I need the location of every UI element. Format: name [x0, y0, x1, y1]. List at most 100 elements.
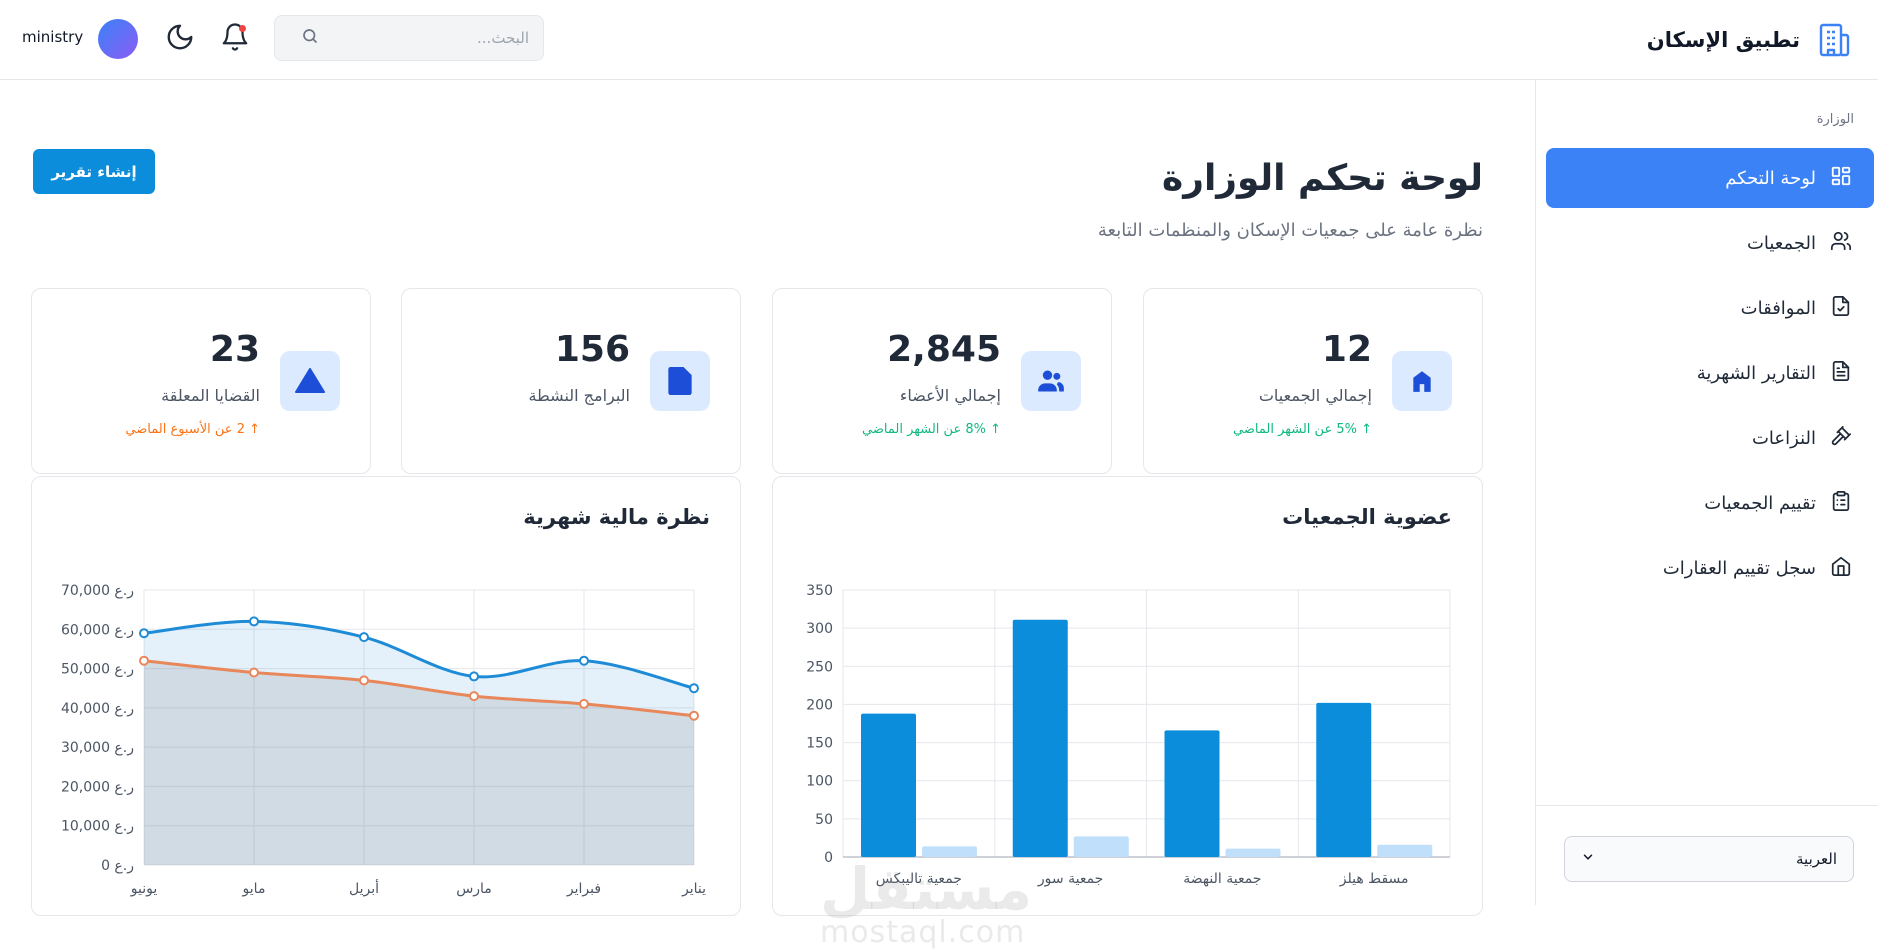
bar — [861, 713, 916, 857]
x-tick-label: يناير — [681, 881, 706, 897]
data-point — [139, 655, 149, 666]
x-tick-label: فبراير — [566, 881, 601, 897]
building-icon — [1392, 351, 1452, 411]
y-tick-label: 150 — [806, 736, 833, 752]
y-tick-label: 50,000 ر.ع — [61, 662, 134, 678]
username[interactable]: ministry — [22, 28, 83, 46]
y-tick-label: 100 — [806, 774, 833, 790]
bar — [1073, 836, 1129, 857]
watermark-line1: مستقل — [820, 855, 1033, 923]
y-tick-label: 20,000 ر.ع — [61, 779, 134, 795]
y-tick-label: 60,000 ر.ع — [61, 622, 134, 638]
search-box[interactable] — [274, 15, 544, 61]
sidebar-nav: لوحة التحكم الجمعيات الموافقات التقارير … — [1535, 148, 1878, 603]
data-point — [249, 616, 259, 627]
y-tick-label: 250 — [806, 659, 833, 675]
language-select[interactable]: العربية — [1564, 836, 1854, 882]
sidebar-section-label: الوزارة — [1816, 112, 1854, 127]
data-point — [689, 683, 699, 694]
data-point — [359, 632, 369, 643]
sidebar-item-label: الجمعيات — [1746, 232, 1816, 254]
watermark: مستقل mostaql.com — [820, 860, 1032, 948]
app-title: تطبيق الإسكان — [1646, 28, 1800, 52]
sidebar-item-label: النزاعات — [1751, 427, 1816, 449]
data-point — [249, 667, 259, 678]
y-tick-label: 350 — [806, 583, 833, 599]
stat-label: البرامج النشطة — [528, 386, 630, 405]
data-point — [469, 691, 479, 702]
stat-value: 2,845 — [887, 329, 1001, 370]
stat-label: القضايا المعلقة — [161, 386, 260, 405]
app-brand[interactable]: تطبيق الإسكان — [1647, 18, 1854, 62]
y-tick-label: 40,000 ر.ع — [61, 701, 134, 717]
x-tick-label: جمعية سور — [1037, 871, 1103, 887]
y-tick-label: 70,000 ر.ع — [61, 583, 134, 599]
sidebar-item-associations[interactable]: الجمعيات — [1546, 213, 1874, 273]
x-tick-label: أبريل — [349, 879, 379, 897]
document-icon — [650, 351, 710, 411]
y-tick-label: 30,000 ر.ع — [61, 740, 134, 756]
dashboard-icon — [1830, 165, 1852, 192]
data-point — [579, 655, 589, 666]
sidebar-item-label: تقييم الجمعيات — [1704, 492, 1816, 514]
data-point — [359, 675, 369, 686]
y-tick-label: 300 — [806, 621, 833, 637]
create-report-button[interactable]: إنشاء تقرير — [33, 149, 155, 194]
sidebar-item-property-register[interactable]: سجل تقييم العقارات — [1546, 538, 1874, 598]
y-tick-label: 200 — [806, 697, 833, 713]
membership-chart-panel: عضوية الجمعيات 0 50 100 150 200 250 300 350 مسقط… — [772, 476, 1483, 916]
page-subtitle: نظرة عامة على جمعيات الإسكان والمنظمات ا… — [1097, 220, 1483, 241]
sidebar-item-disputes[interactable]: النزاعات — [1546, 408, 1874, 468]
moon-icon — [165, 24, 195, 56]
membership-bar-chart: 050100150200250300350مسقط هيلزجمعية النه… — [806, 583, 1451, 887]
sidebar-item-approvals[interactable]: الموافقات — [1546, 278, 1874, 338]
stat-trend: ↑ 8% عن الشهر الماضي — [862, 422, 1001, 437]
language-value: العربية — [1796, 850, 1837, 868]
stat-trend: ↑ 2 عن الأسبوع الماضي — [125, 422, 260, 437]
sidebar-item-label: لوحة التحكم — [1725, 167, 1816, 189]
bar — [1225, 848, 1281, 857]
y-tick-label: 10,000 ر.ع — [61, 819, 134, 835]
home-icon — [1830, 555, 1852, 582]
stat-trend: ↑ 5% عن الشهر الماضي — [1233, 422, 1372, 437]
data-point — [469, 671, 479, 682]
stat-value: 23 — [209, 329, 260, 370]
notifications-button[interactable] — [218, 22, 250, 54]
bar — [1316, 702, 1372, 857]
data-point — [139, 628, 149, 639]
sidebar-item-monthly-reports[interactable]: التقارير الشهرية — [1546, 343, 1874, 403]
finance-chart-panel: نظرة مالية شهرية 0 ر.ع 10,000 ر.ع 20,000 ر… — [31, 476, 741, 916]
finance-line-chart: 0 ر.ع 10,000 ر.ع 20,000 ر.ع 30,000 ر.ع 40,00… — [61, 583, 706, 897]
sidebar-item-label: التقارير الشهرية — [1696, 362, 1816, 384]
theme-toggle[interactable] — [163, 22, 195, 54]
bar — [1012, 619, 1068, 857]
main-content: لوحة تحكم الوزارة نظرة عامة على جمعيات ا… — [0, 80, 1535, 948]
notification-dot — [239, 25, 246, 32]
x-tick-label: جمعية النهضة — [1183, 871, 1261, 887]
y-tick-label: 50 — [815, 812, 833, 828]
bar — [1164, 730, 1220, 857]
warning-icon — [280, 351, 340, 411]
chevron-down-icon — [1581, 850, 1595, 868]
users-icon — [1021, 351, 1081, 411]
x-tick-label: يونيو — [130, 881, 158, 897]
top-bar: تطبيق الإسكان ministry — [0, 0, 1878, 80]
search-input[interactable] — [329, 29, 529, 47]
sidebar-footer: العربية — [1535, 805, 1878, 905]
avatar[interactable] — [98, 19, 138, 59]
sidebar-item-dashboard[interactable]: لوحة التحكم — [1546, 148, 1874, 208]
gavel-icon — [1830, 425, 1852, 452]
building-icon — [1814, 20, 1854, 60]
users-icon — [1830, 230, 1852, 257]
stat-card-associations: 12 إجمالي الجمعيات ↑ 5% عن الشهر الماضي — [1143, 288, 1483, 474]
file-check-icon — [1830, 295, 1852, 322]
x-tick-label: مسقط هيلز — [1339, 871, 1409, 887]
data-point — [689, 710, 699, 721]
stat-label: إجمالي الجمعيات — [1258, 386, 1372, 405]
y-tick-label: 0 ر.ع — [101, 858, 134, 874]
search-icon — [301, 27, 319, 49]
sidebar-item-evaluation[interactable]: تقييم الجمعيات — [1546, 473, 1874, 533]
stat-card-programs: 156 البرامج النشطة — [401, 288, 741, 474]
clipboard-icon — [1830, 490, 1852, 517]
file-text-icon — [1830, 360, 1852, 387]
